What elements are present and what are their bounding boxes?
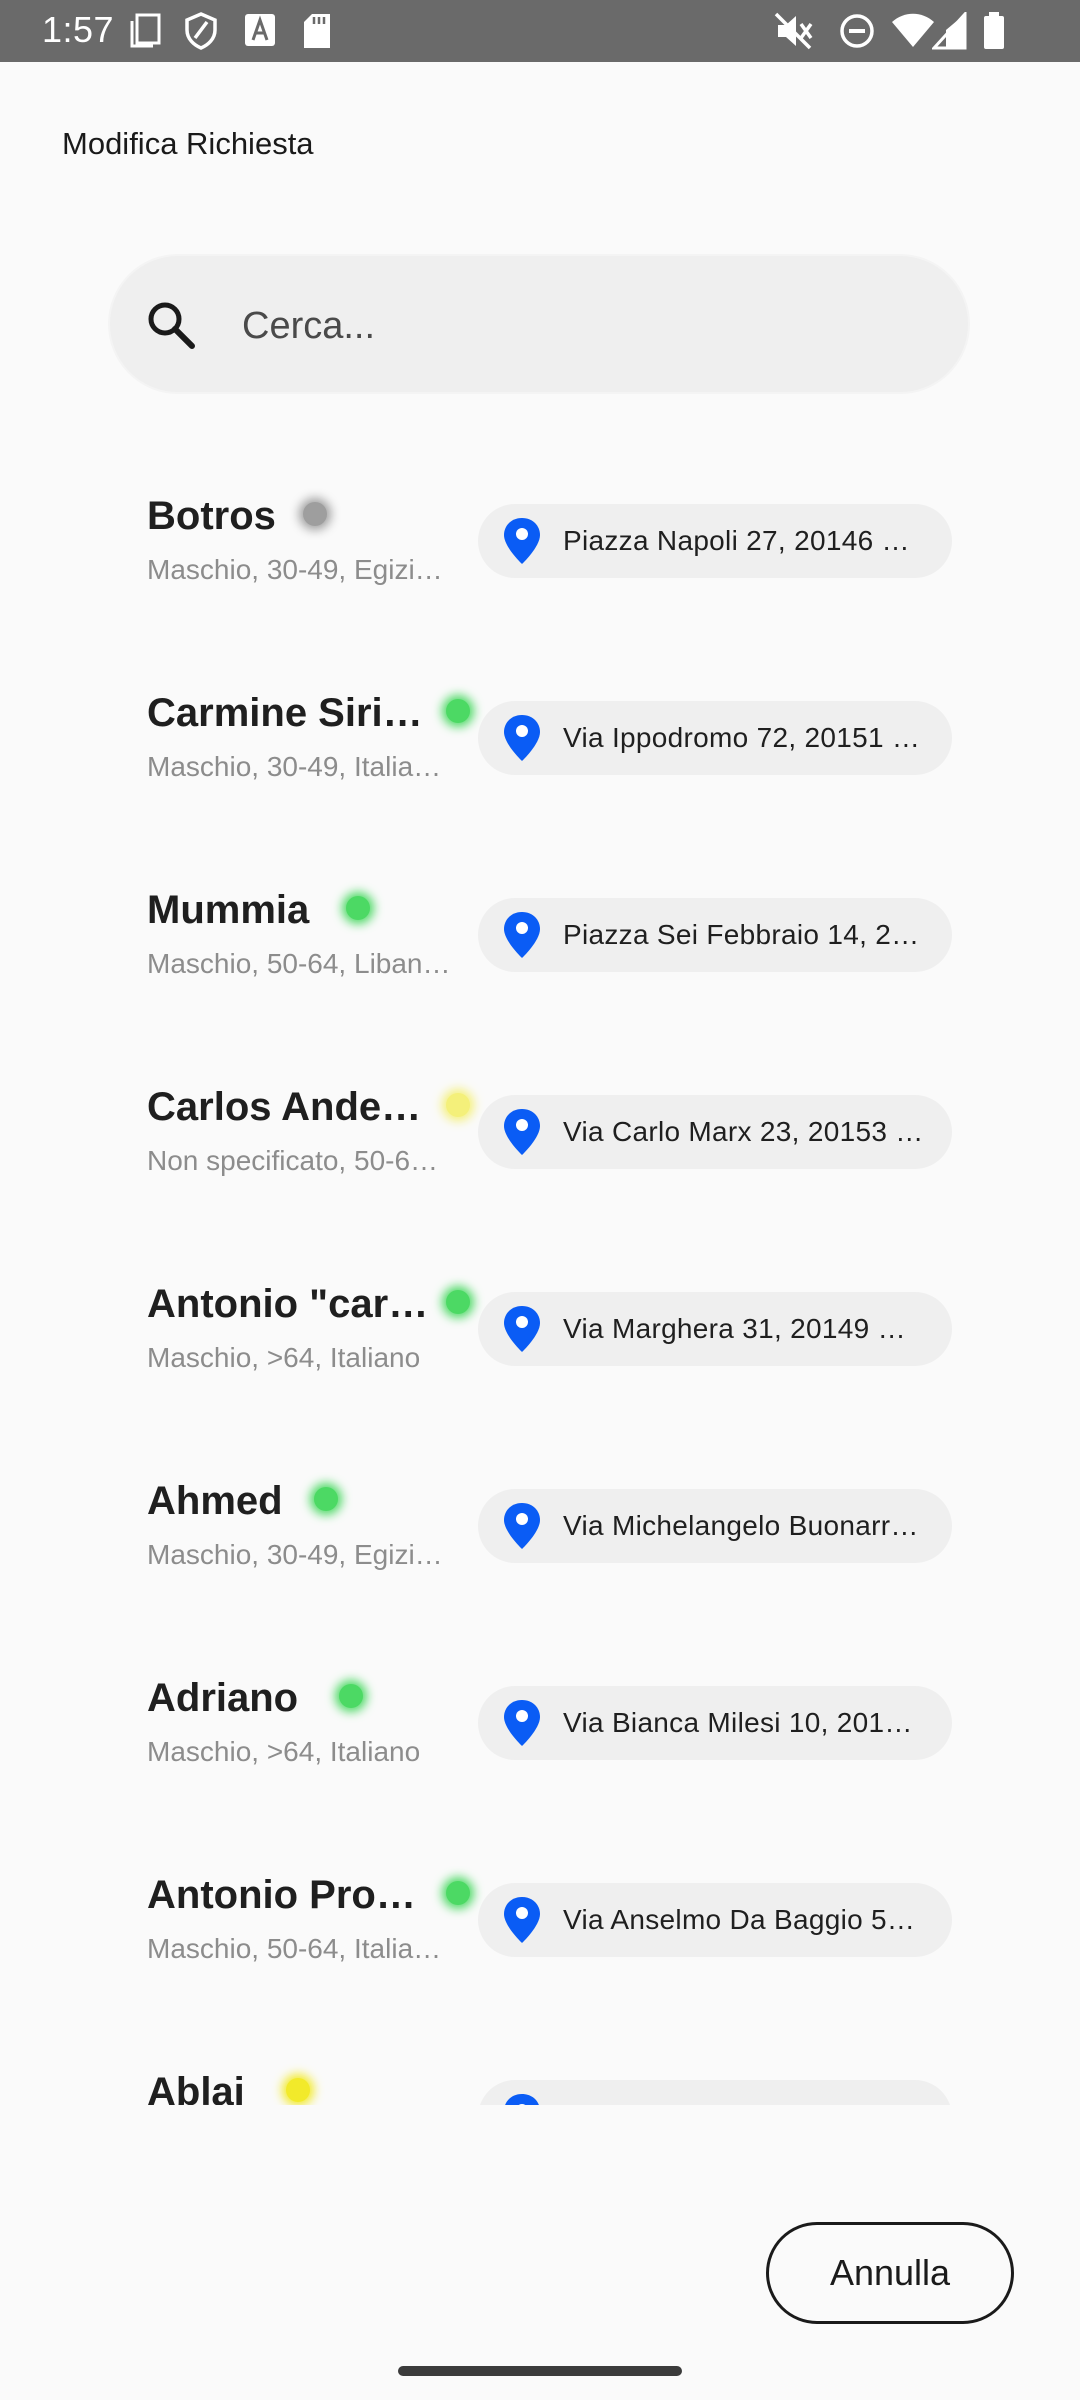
status-dot — [346, 896, 370, 920]
address-text: Via Bianca Milesi 10, 201… — [563, 1707, 913, 1738]
person-name: Carlos Ande… — [147, 1085, 422, 1129]
person-details: Maschio, >64, Italiano — [147, 1342, 421, 1373]
address-chip[interactable]: Via Bianca Milesi 10, 201… — [478, 1686, 952, 1760]
search-input[interactable] — [240, 286, 904, 366]
person-name: Ablai — [147, 2070, 245, 2105]
person-details: Non specificato, 50-6… — [147, 1145, 439, 1176]
person-details: Maschio, 50-64, Italia… — [147, 1933, 442, 1964]
person-details: Maschio, 30-49, Egizi… — [147, 1539, 443, 1570]
screenshot-icon — [130, 13, 161, 48]
address-text: Piazza Napoli 27, 20146 … — [563, 525, 910, 556]
address-chip[interactable]: Via Anselmo Da Baggio 5… — [478, 1883, 952, 1957]
status-dot — [286, 2078, 310, 2102]
signal-icon — [932, 12, 967, 50]
status-dot — [446, 1093, 470, 1117]
status-dot — [446, 699, 470, 723]
status-dot — [446, 1881, 470, 1905]
shield-icon — [185, 12, 217, 50]
search-bar[interactable] — [108, 254, 970, 394]
list-item[interactable]: Ahmed Maschio, 30-49, Egizi… Via Michela… — [0, 1445, 1080, 1615]
address-chip[interactable]: Via Michelangelo Buonarr… — [478, 1489, 952, 1563]
cancel-button[interactable]: Annulla — [766, 2222, 1014, 2324]
people-list[interactable]: Botros Maschio, 30-49, Egizi… Piazza Nap… — [0, 460, 1080, 2105]
list-item[interactable]: Botros Maschio, 30-49, Egizi… Piazza Nap… — [0, 460, 1080, 630]
location-pin-icon — [504, 518, 540, 564]
address-chip[interactable]: Via Carlo Marx 23, 20153 … — [478, 1095, 952, 1169]
status-time: 1:57 — [42, 9, 115, 50]
list-item[interactable]: Ablai — [0, 2036, 1080, 2105]
address-text: Via Anselmo Da Baggio 5… — [563, 1904, 916, 1935]
list-item[interactable]: Carlos Ande… Non specificato, 50-6… Via … — [0, 1051, 1080, 1221]
person-details: Maschio, 50-64, Liban… — [147, 948, 451, 979]
list-item[interactable]: Antonio Pro… Maschio, 50-64, Italia… Via… — [0, 1839, 1080, 2009]
person-details: Maschio, >64, Italiano — [147, 1736, 421, 1767]
list-item[interactable]: Carmine Siri… Maschio, 30-49, Italia… Vi… — [0, 657, 1080, 827]
status-dot — [446, 1290, 470, 1314]
location-pin-icon — [504, 1109, 540, 1155]
gesture-nav-bar[interactable] — [398, 2366, 682, 2376]
person-details: Maschio, 30-49, Italia… — [147, 751, 442, 782]
address-text: Piazza Sei Febbraio 14, 2… — [563, 919, 920, 950]
address-text: Via Marghera 31, 20149 … — [563, 1313, 906, 1344]
location-pin-icon — [504, 1306, 540, 1352]
address-chip[interactable] — [478, 2080, 952, 2105]
status-bar: 1:57 — [0, 0, 1080, 62]
person-name: Mummia — [147, 888, 310, 932]
person-name: Antonio Pro… — [147, 1873, 416, 1917]
list-item[interactable]: Antonio "car… Maschio, >64, Italiano Via… — [0, 1248, 1080, 1418]
mute-icon — [774, 12, 813, 50]
search-icon — [148, 302, 195, 349]
person-name: Ahmed — [147, 1479, 283, 1523]
location-pin-icon — [504, 1503, 540, 1549]
address-chip[interactable]: Piazza Napoli 27, 20146 … — [478, 504, 952, 578]
battery-icon — [984, 12, 1004, 49]
list-item[interactable]: Mummia Maschio, 50-64, Liban… Piazza Sei… — [0, 854, 1080, 1024]
status-dot — [303, 502, 327, 526]
address-chip[interactable]: Via Marghera 31, 20149 … — [478, 1292, 952, 1366]
person-name: Antonio "car… — [147, 1282, 429, 1326]
location-pin-icon — [504, 715, 540, 761]
person-details: Maschio, 30-49, Egizi… — [147, 554, 443, 585]
address-text: Via Carlo Marx 23, 20153 … — [563, 1116, 924, 1147]
status-dot — [339, 1684, 363, 1708]
location-pin-icon — [504, 1897, 540, 1943]
location-pin-icon — [504, 912, 540, 958]
status-dot — [314, 1487, 338, 1511]
address-chip[interactable]: Via Ippodromo 72, 20151 … — [478, 701, 952, 775]
list-item[interactable]: Adriano Maschio, >64, Italiano Via Bianc… — [0, 1642, 1080, 1812]
person-name: Adriano — [147, 1676, 299, 1720]
address-chip[interactable]: Piazza Sei Febbraio 14, 2… — [478, 898, 952, 972]
person-name: Botros — [147, 494, 276, 538]
dnd-icon — [840, 14, 874, 48]
address-text: Via Ippodromo 72, 20151 … — [563, 722, 921, 753]
wifi-icon — [892, 13, 934, 47]
sd-card-icon — [304, 14, 330, 48]
a-icon — [245, 14, 275, 46]
address-text: Via Michelangelo Buonarr… — [563, 1510, 919, 1541]
location-pin-icon — [504, 1700, 540, 1746]
location-pin-icon — [505, 2094, 539, 2105]
page-title: Modifica Richiesta — [62, 126, 314, 161]
person-name: Carmine Siri… — [147, 691, 423, 735]
